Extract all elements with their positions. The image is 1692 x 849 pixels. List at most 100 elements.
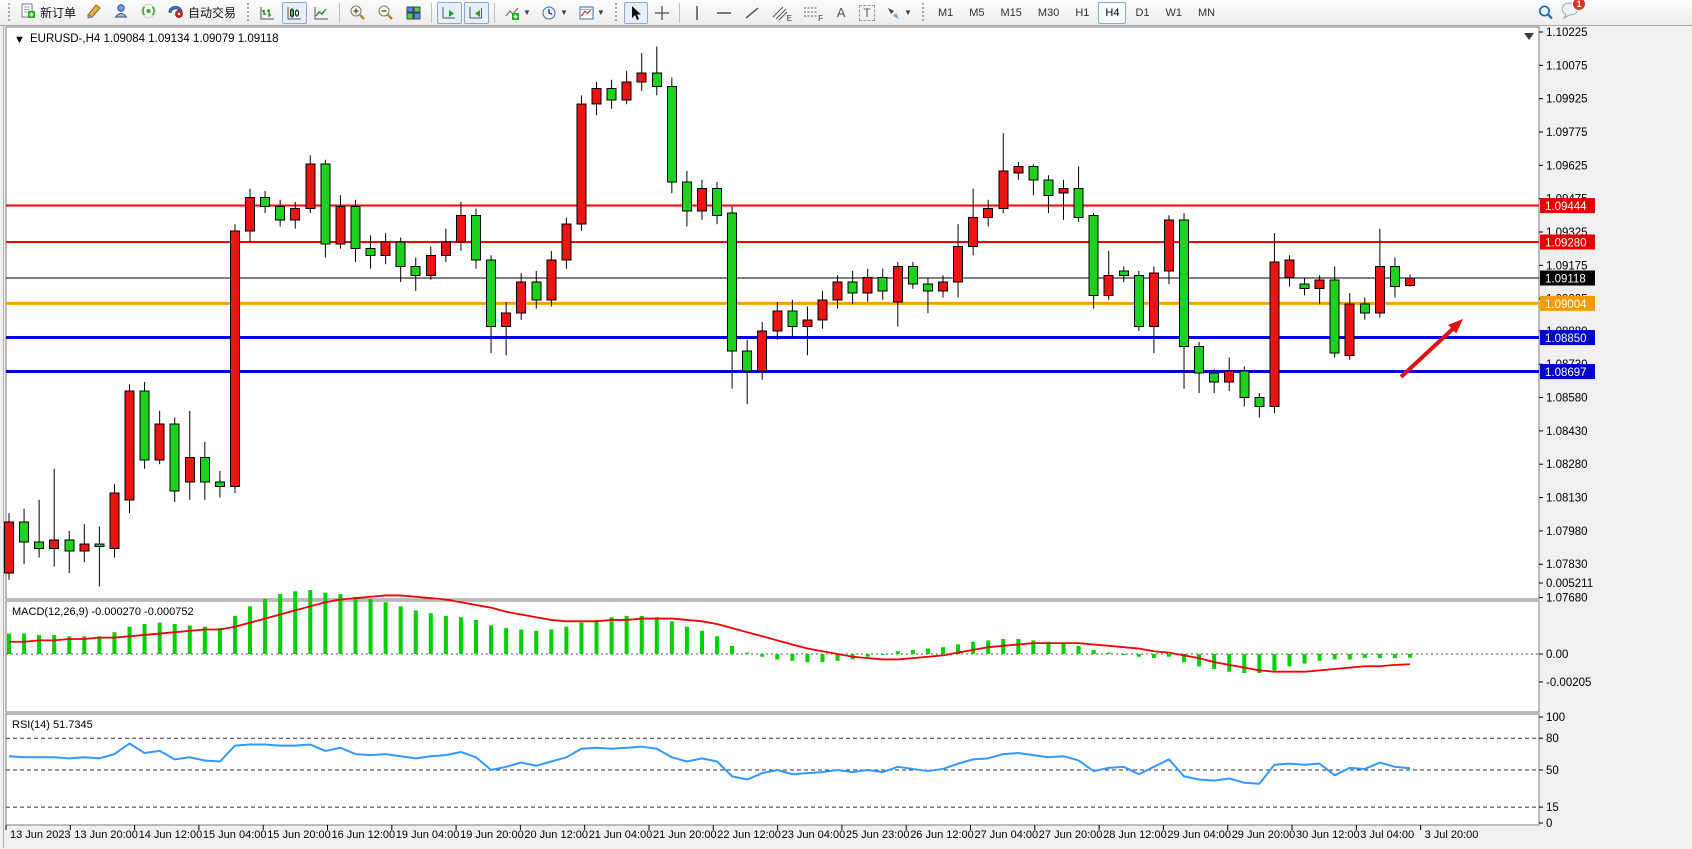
candle-body [547,260,556,300]
macd-bar [1077,646,1081,654]
macd-bar [941,647,945,654]
candle-body [502,313,511,326]
macd-bar [1122,654,1126,655]
toolbar-grip [245,3,250,23]
candle-body [411,266,420,275]
new-order-button[interactable]: 新订单 [16,2,80,24]
time-label: 15 Jun 04:00 [203,829,267,841]
candle-body [607,89,616,100]
tf-mn[interactable]: MN [1191,2,1222,24]
tf-w1[interactable]: W1 [1159,2,1190,24]
arrows-tool[interactable]: ▼ [881,2,916,24]
signals-button[interactable] [136,2,161,24]
candle-body [818,300,827,320]
tf-d1[interactable]: D1 [1128,2,1156,24]
market-watch-button[interactable] [109,2,134,24]
cursor-button[interactable] [624,2,648,24]
chart-shift-button[interactable] [464,2,489,24]
candle-body [1345,304,1354,355]
price-tick-label: 1.07980 [1546,526,1588,538]
crosshair-button[interactable] [650,2,674,24]
candle-body [170,424,179,491]
macd-bar [248,606,252,654]
text-tool[interactable]: A [829,2,853,24]
zoom-in-button[interactable] [345,2,371,24]
macd-bar [820,654,824,662]
bar-chart-button[interactable] [255,2,280,24]
candle-body [878,278,887,291]
macd-bar [1152,654,1156,658]
line-chart-icon [313,5,330,21]
candle-body [517,282,526,313]
candle-body [1210,373,1219,382]
chevron-down-icon: ▼ [904,8,912,17]
candle-body [1240,371,1249,398]
tf-m5[interactable]: M5 [962,2,991,24]
macd-bar [549,629,553,654]
macd-label: MACD(12,26,9) -0.000270 -0.000752 [12,606,194,618]
equidistant-channel-tool[interactable]: E [767,2,796,24]
text-label-tool[interactable]: T [855,2,879,24]
price-tick-label: 1.08580 [1546,393,1588,405]
chat-button[interactable]: 1 [1560,1,1580,24]
candle-body [833,282,842,300]
search-button[interactable] [1533,2,1559,24]
price-tick-label: 1.10075 [1546,60,1588,72]
autotrading-button[interactable]: 自动交易 [163,2,240,24]
candle-body [1149,273,1158,326]
macd-bar [1167,654,1171,657]
candle-body [246,198,255,231]
candle-body [1164,220,1173,271]
time-label: 21 Jun 20:00 [653,829,717,841]
tf-m1[interactable]: M1 [931,2,960,24]
macd-bar [1333,654,1337,659]
tile-windows-button[interactable] [401,2,426,24]
time-label: 13 Jun 20:00 [74,829,138,841]
rsi-tick-label: 0 [1546,818,1552,830]
zoom-in-icon [349,4,367,21]
candle-body [1300,284,1309,288]
candle-body [1195,346,1204,373]
tf-h1[interactable]: H1 [1068,2,1096,24]
fibonacci-tool[interactable]: F [798,2,827,24]
tf-m30[interactable]: M30 [1031,2,1066,24]
macd-bar [911,650,915,654]
macd-bar [1318,654,1322,661]
periods-button[interactable]: ▼ [537,2,572,24]
template-icon [578,5,595,21]
chart-title-marker[interactable]: ▼ [14,34,25,46]
styles-button[interactable] [82,2,107,24]
auto-scroll-button[interactable] [437,2,462,24]
macd-bar [489,625,493,654]
candle-body [863,278,872,294]
macd-bar [158,623,162,654]
macd-bar [1272,654,1276,670]
vertical-line-tool[interactable] [685,2,709,24]
price-label-text: 1.08697 [1545,367,1587,379]
macd-bar [896,651,900,654]
macd-bar [579,623,583,654]
macd-bar [670,621,674,654]
candle-body [336,206,345,244]
macd-bar [1092,650,1096,654]
horizontal-line-tool[interactable] [711,2,737,24]
rsi-tick-label: 15 [1546,802,1559,814]
candlestick-chart-button[interactable] [282,2,307,24]
indicators-button[interactable]: ▼ [500,2,535,24]
time-label: 21 Jun 04:00 [589,829,653,841]
chevron-down-icon: ▼ [523,8,531,17]
trendline-tool[interactable] [739,2,765,24]
candle-body [276,206,285,219]
templates-button[interactable]: ▼ [574,2,609,24]
macd-bar [1107,653,1111,654]
candle-body [803,320,812,327]
price-tick-label: 1.08430 [1546,426,1588,438]
candle-body [140,391,149,460]
candle-body [984,209,993,218]
time-label: 23 Jun 04:00 [782,829,846,841]
zoom-out-button[interactable] [373,2,399,24]
tf-h4[interactable]: H4 [1098,2,1126,24]
tf-m15[interactable]: M15 [994,2,1029,24]
line-chart-button[interactable] [309,2,334,24]
macd-bar [715,636,719,654]
